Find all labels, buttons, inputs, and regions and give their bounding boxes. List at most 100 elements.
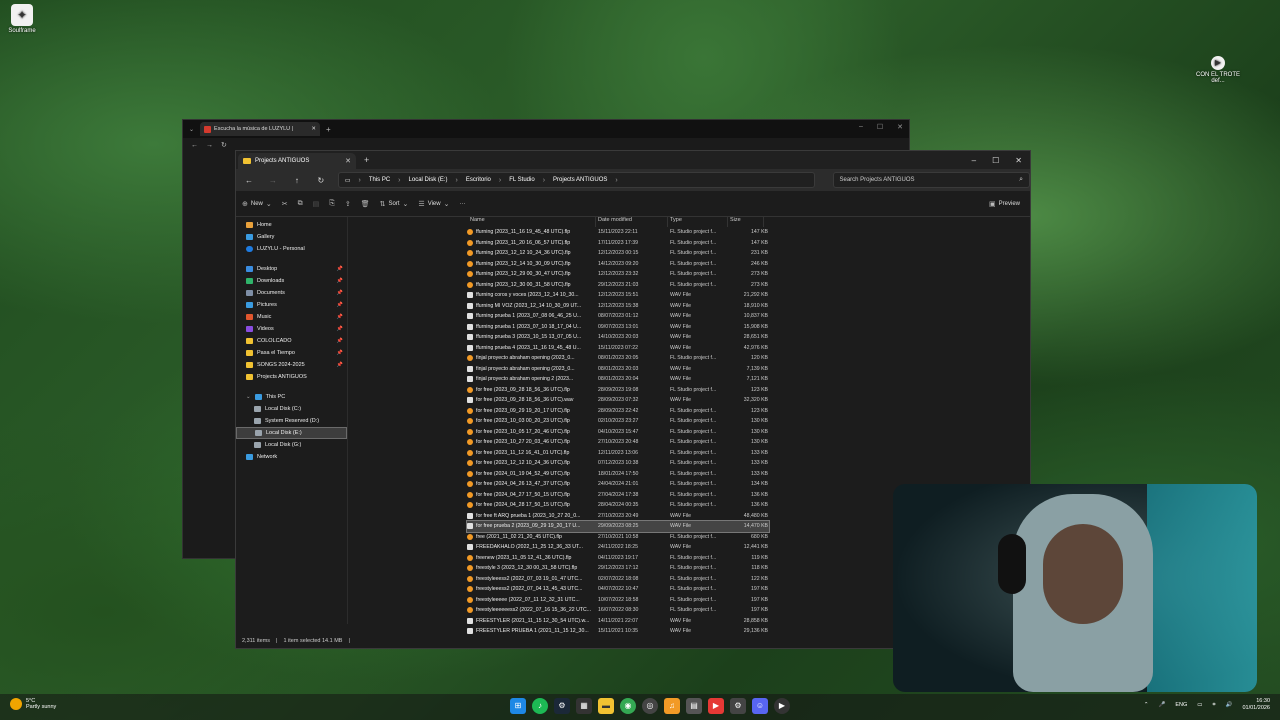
paste-icon[interactable]: ▤ [313, 200, 320, 208]
column-header-size[interactable]: Size [728, 217, 764, 227]
clock[interactable]: 16:30 01/01/2026 [1242, 698, 1270, 712]
fl-studio-icon[interactable]: ♫ [664, 698, 680, 714]
nav-item-disk-c[interactable]: Local Disk (C:) [236, 403, 347, 415]
forward-icon[interactable]: → [266, 176, 280, 185]
file-row[interactable]: for free (2023_09_28 18_56_36 UTC).wav 28… [467, 395, 769, 406]
file-row[interactable]: finjal proyecto abraham opening 2 (2023.… [467, 374, 769, 385]
file-row[interactable]: freestyle 3 (2023_12_30 00_31_58 UTC).fl… [467, 563, 769, 574]
breadcrumb-item[interactable]: Escritorio [466, 177, 491, 183]
nav-item-downloads[interactable]: Downloads 📌 [236, 275, 347, 287]
new-button[interactable]: ⊕ New ⌄ [242, 200, 272, 208]
sort-button[interactable]: ⇅ Sort ⌄ [380, 200, 409, 208]
spotify-icon[interactable]: ♪ [532, 698, 548, 714]
file-row[interactable]: freestyleeess2 (2022_07_03 19_01_47 UTC.… [467, 574, 769, 585]
file-row[interactable]: freestyleeeeeess2 (2022_07_16 15_36_22 U… [467, 605, 769, 616]
desktop-icon-soulframe[interactable]: ✦ Soulframe [0, 4, 44, 34]
youtube-icon[interactable]: ▶ [708, 698, 724, 714]
discord-icon[interactable]: ☺ [752, 698, 768, 714]
delete-icon[interactable]: 🗑 [361, 200, 370, 208]
file-row[interactable]: ffurning prueba 1 (2023_07_10 18_17_04 U… [467, 322, 769, 333]
rename-icon[interactable]: ⎘ [329, 200, 335, 208]
file-row[interactable]: finjal proyecto abraham opening (2023_0.… [467, 364, 769, 375]
close-icon[interactable]: ✕ [345, 157, 351, 165]
search-input[interactable]: Search Projects ANTIGUOS ⌕ [832, 172, 1030, 188]
nav-item-music[interactable]: Music 📌 [236, 311, 347, 323]
file-row[interactable]: ffurning (2023_12_14 10_30_09 UTC).flp 14… [467, 259, 769, 270]
file-row[interactable]: ffurning (2023_11_16 19_45_48 UTC).flp 15… [467, 227, 769, 238]
breadcrumb-item[interactable]: Local Disk (E:) [409, 177, 448, 183]
nav-item-folder[interactable]: Projects ANTIGUOS [236, 371, 347, 383]
close-icon[interactable]: ✕ [897, 123, 903, 131]
file-row[interactable]: for free (2023_09_29 19_20_17 UTC).flp 28… [467, 406, 769, 417]
forward-icon[interactable]: → [206, 142, 213, 149]
nav-item-folder[interactable]: SONGS 2024-2025 📌 [236, 359, 347, 371]
network-icon[interactable]: ⌗ [1213, 702, 1216, 709]
nav-item-thispc[interactable]: ⌄ This PC [236, 391, 347, 403]
file-row[interactable]: ffurning prueba 3 (2023_10_15 13_07_05 U… [467, 332, 769, 343]
file-row[interactable]: for free (2023_12_12 10_24_36 UTC).flp 07… [467, 458, 769, 469]
file-row[interactable]: ffurning (2023_12_29 00_30_47 UTC).flp 12… [467, 269, 769, 280]
view-button[interactable]: ☰ View ⌄ [418, 200, 449, 208]
volume-icon[interactable]: 🔊 [1226, 702, 1233, 708]
weather-widget[interactable]: 5°C Partly sunny [10, 698, 56, 710]
chrome-icon[interactable]: ◉ [620, 698, 636, 714]
breadcrumb-item[interactable]: This PC [369, 177, 390, 183]
nav-item-home[interactable]: Home [236, 219, 347, 231]
file-row[interactable]: freestyleeess2 (2022_07_04 13_45_43 UTC.… [467, 584, 769, 595]
file-row[interactable]: ffurning (2023_11_20 16_06_57 UTC).flp 17… [467, 238, 769, 249]
reload-icon[interactable]: ↻ [221, 141, 227, 149]
file-row[interactable]: for free (2023_10_05 17_20_46 UTC).flp 04… [467, 427, 769, 438]
back-icon[interactable]: ← [191, 142, 198, 149]
file-row[interactable]: freestyleeeee (2022_07_11 12_32_31 UTC..… [467, 595, 769, 606]
file-row[interactable]: for free (2024_04_26 13_47_37 UTC).flp 24… [467, 479, 769, 490]
share-icon[interactable]: ⇪ [345, 200, 351, 208]
media-player-icon[interactable]: ▶ [774, 698, 790, 714]
column-header-name[interactable]: Name [468, 217, 596, 227]
back-icon[interactable]: ← [242, 176, 256, 185]
file-row[interactable]: FREESTYLER (2021_11_15 12_30_54 UTC).w..… [467, 616, 769, 627]
nav-item-gallery[interactable]: Gallery [236, 231, 347, 243]
file-row[interactable]: for free (2023_10_27 20_03_46 UTC).flp 27… [467, 437, 769, 448]
file-row[interactable]: ffurning coros y voces (2023_12_14 10_30… [467, 290, 769, 301]
preview-button[interactable]: ▣ Preview [989, 200, 1020, 208]
file-row[interactable]: finjal proyecto abraham opening (2023_0.… [467, 353, 769, 364]
file-row[interactable]: for free (2023_09_28 18_56_36 UTC).flp 28… [467, 385, 769, 396]
nav-item-videos[interactable]: Videos 📌 [236, 323, 347, 335]
monitor-icon[interactable]: ▭ [1197, 702, 1202, 708]
maximize-icon[interactable]: ☐ [877, 123, 883, 131]
more-button[interactable]: ··· [459, 201, 465, 207]
breadcrumb-item[interactable]: Projects ANTIGUOS [553, 177, 607, 183]
chevron-up-icon[interactable]: ⌃ [1144, 702, 1149, 708]
app-icon[interactable]: ▦ [576, 698, 592, 714]
file-row[interactable]: ffurning (2023_12_12 10_24_36 UTC).flp 12… [467, 248, 769, 259]
file-row[interactable]: freenew (2023_11_05 12_41_36 UTC).flp 04/… [467, 553, 769, 564]
desktop-icon-video[interactable]: ▶ CON EL TROTE def... [1196, 56, 1240, 84]
file-explorer-icon[interactable]: ▬ [598, 698, 614, 714]
chevron-down-icon[interactable]: ⌄ [189, 126, 194, 133]
copy-icon[interactable]: ⧉ [298, 200, 303, 208]
language-indicator[interactable]: ENG [1175, 702, 1187, 708]
nav-item-folder[interactable]: COLOLCADO 📌 [236, 335, 347, 347]
file-row[interactable]: ffurning prueba 4 (2023_11_16 19_45_48 U… [467, 343, 769, 354]
nav-item-pictures[interactable]: Pictures 📌 [236, 299, 347, 311]
nav-item-desktop[interactable]: Desktop 📌 [236, 263, 347, 275]
file-row[interactable]: ffurning MI VOZ (2023_12_14 10_30_09 UT.… [467, 301, 769, 312]
file-row[interactable]: ffurning (2023_12_30 00_31_58 UTC).flp 29… [467, 280, 769, 291]
steam-icon[interactable]: ⚙ [554, 698, 570, 714]
nav-item-folder[interactable]: Pasa el Tiempo 📌 [236, 347, 347, 359]
minimize-icon[interactable]: – [859, 123, 863, 131]
file-row[interactable]: ffurning prueba 1 (2023_07_08 06_46_25 U… [467, 311, 769, 322]
column-header-date[interactable]: Date modified [596, 217, 668, 227]
file-row[interactable]: for free (2024_04_27 17_50_15 UTC).flp 27… [467, 490, 769, 501]
obs-icon[interactable]: ◎ [642, 698, 658, 714]
file-row[interactable]: FREEDAKHALO (2022_11_25 12_36_33 UT... 24… [467, 542, 769, 553]
nav-item-onedrive[interactable]: LUZYLU - Personal [236, 243, 347, 255]
windows-start-icon[interactable]: ⊞ [510, 698, 526, 714]
close-icon[interactable]: ✕ [1015, 156, 1022, 165]
maximize-icon[interactable]: ☐ [992, 156, 999, 165]
close-icon[interactable]: ✕ [311, 126, 316, 132]
nav-item-network[interactable]: Network [236, 451, 347, 463]
cut-icon[interactable]: ✂ [282, 200, 288, 208]
file-row[interactable]: for free (2024_01_19 04_52_49 UTC).flp 18… [467, 469, 769, 480]
settings-icon[interactable]: ⚙ [730, 698, 746, 714]
